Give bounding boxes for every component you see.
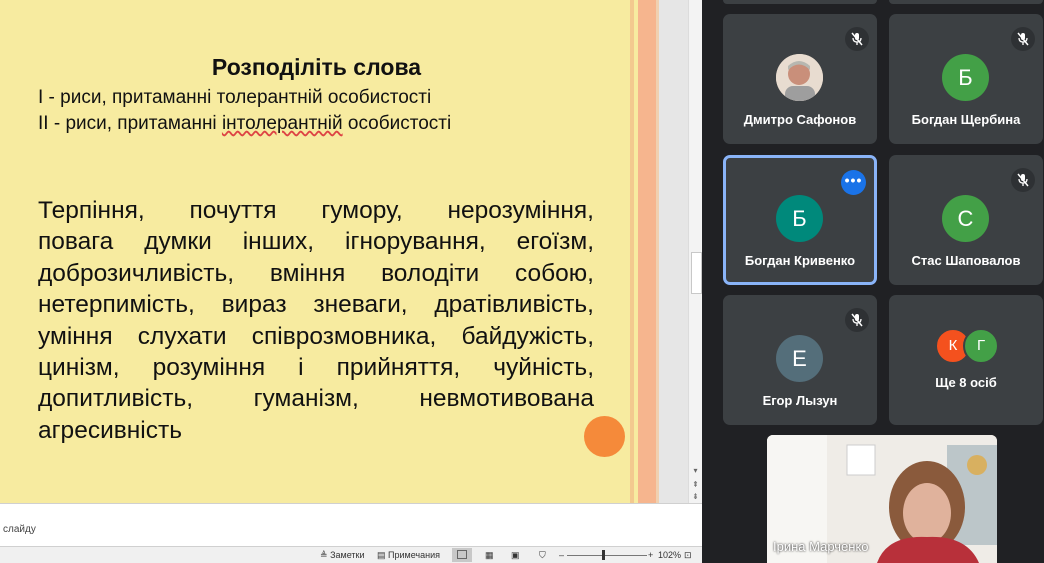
self-name-label: Ірина Марченко (773, 539, 869, 554)
vertical-scrollbar[interactable]: ▾ ⇞ ⇟ (688, 0, 702, 503)
body-line: доброзичливість, вміння володіти собою, (38, 259, 594, 287)
tile-top-stub (889, 0, 1043, 4)
participant-tile[interactable]: Дмитро Сафонов (723, 14, 877, 144)
self-video-tile[interactable]: Ірина Марченко (767, 435, 997, 563)
scroll-down-icon[interactable]: ▾ (691, 466, 700, 475)
slide-subtitle-2: ІІ - риси, притаманні інтолерантній особ… (38, 113, 451, 135)
participant-tile[interactable]: Б Богдан Щербина (889, 14, 1043, 144)
subtitle-2-prefix: ІІ - риси, притаманні (38, 113, 222, 134)
presentation-window: Розподіліть слова І - риси, притаманні т… (0, 0, 702, 563)
mic-off-icon (1011, 168, 1035, 192)
avatar-initial: С (942, 195, 989, 242)
more-participants-label: Ще 8 осіб (935, 375, 997, 390)
decorative-orange-circle (584, 416, 625, 457)
slide-subtitle-1: І - риси, притаманні толерантній особист… (38, 87, 432, 108)
slide-body-text: Терпіння, почуття гумору, нерозуміння, п… (38, 195, 594, 446)
slide-border-stripe (638, 0, 656, 503)
zoom-out-button[interactable]: – (559, 550, 564, 560)
slideshow-icon[interactable]: ⛉ (539, 550, 546, 561)
participant-tile[interactable]: Е Егор Лызун (723, 295, 877, 425)
scrollbar-thumb[interactable] (691, 252, 702, 294)
zoom-slider-track[interactable] (567, 555, 647, 556)
more-participants-tile[interactable]: К Г Ще 8 осіб (889, 295, 1043, 425)
tile-top-stub (723, 0, 877, 4)
more-options-icon[interactable]: ••• (841, 170, 866, 195)
notes-pane[interactable]: слайду (0, 503, 702, 547)
mic-off-icon (845, 308, 869, 332)
subtitle-2-suffix: особистості (342, 113, 452, 134)
notes-toggle-label: Заметки (330, 550, 365, 560)
comments-icon: ▤ (377, 550, 386, 560)
slide-sorter-icon[interactable]: ▦ (485, 550, 494, 561)
body-line: нетерпимість, вираз зневаги, дратівливіс… (38, 291, 594, 319)
body-line: агресивність (38, 416, 182, 444)
body-line: уміння слухати співрозмовника, байдужіст… (38, 322, 594, 350)
mic-off-icon (1011, 27, 1035, 51)
comments-toggle-button[interactable]: ▤ Примечания (377, 550, 440, 561)
avatar-initial-small: Г (963, 328, 999, 364)
reading-view-icon[interactable]: ▣ (511, 550, 520, 561)
participant-name: Дмитро Сафонов (743, 112, 857, 127)
workspace-background (659, 0, 688, 503)
comments-toggle-label: Примечания (388, 550, 440, 560)
participant-tile[interactable]: С Стас Шаповалов (889, 155, 1043, 285)
body-line: цинізм, розуміння і прийняття, чуйність, (38, 354, 594, 382)
participant-name: Егор Лызун (762, 393, 838, 408)
normal-view-button[interactable] (452, 548, 472, 562)
slide-title: Розподіліть слова (211, 54, 422, 80)
zoom-slider-thumb[interactable] (602, 550, 605, 560)
participant-name: Стас Шаповалов (911, 253, 1021, 268)
avatar-initial: Е (776, 335, 823, 382)
participant-tile-active[interactable]: ••• Б Богдан Кривенко (723, 155, 877, 285)
avatar-initial: Б (942, 54, 989, 101)
next-slide-icon[interactable]: ⇟ (691, 492, 700, 501)
slide-canvas[interactable]: Розподіліть слова І - риси, притаманні т… (0, 0, 630, 503)
zoom-level[interactable]: 102% (658, 550, 681, 560)
avatar-photo (776, 54, 823, 101)
notes-toggle-button[interactable]: ≜ Заметки (320, 550, 365, 561)
body-line: повага думки інших, ігнорування, егоїзм, (38, 228, 594, 256)
subtitle-2-spellcheck-word: інтолерантній (221, 113, 343, 134)
notes-icon: ≜ (320, 550, 328, 560)
avatar-initial: Б (776, 195, 823, 242)
participant-name: Богдан Щербина (911, 112, 1021, 127)
notes-placeholder: слайду (3, 524, 36, 535)
body-line: Терпіння, почуття гумору, нерозуміння, (38, 197, 594, 224)
fit-to-window-icon[interactable]: ⊡ (684, 550, 692, 561)
zoom-in-button[interactable]: + (648, 550, 653, 560)
status-bar: ≜ Заметки ▤ Примечания ▦ ▣ ⛉ – + 102% ⊡ (0, 546, 702, 563)
participant-name: Богдан Кривенко (744, 253, 856, 268)
mic-off-icon (845, 27, 869, 51)
body-line: допитливість, гуманізм, невмотивована (38, 385, 594, 413)
normal-view-icon (457, 550, 467, 560)
prev-slide-icon[interactable]: ⇞ (691, 480, 700, 489)
